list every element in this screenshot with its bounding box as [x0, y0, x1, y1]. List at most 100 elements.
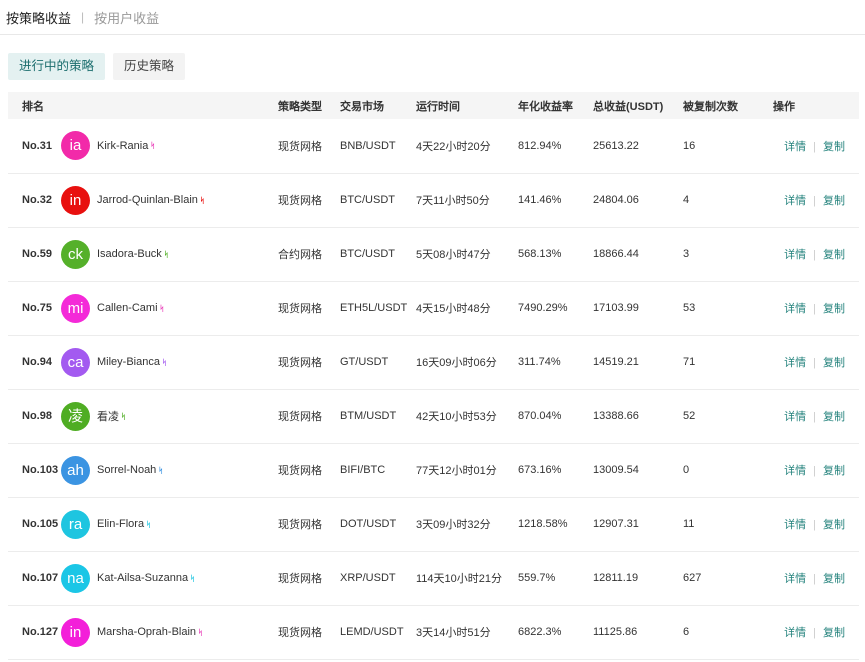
- details-link[interactable]: 详情: [784, 465, 806, 477]
- user-name[interactable]: Callen-Cami: [97, 302, 158, 314]
- market-cell: BTC/USDT: [340, 194, 395, 206]
- market-cell: GT/USDT: [340, 356, 389, 368]
- level-badge-icon: ᛋ: [190, 573, 195, 583]
- runtime-cell: 7天11小时50分: [416, 195, 490, 207]
- market-cell: XRP/USDT: [340, 572, 396, 584]
- copy-link[interactable]: 复制: [823, 195, 845, 207]
- level-badge-icon: ᛋ: [161, 357, 167, 367]
- total-return-cell: 11125.86: [593, 626, 638, 638]
- copy-link[interactable]: 复制: [823, 519, 845, 531]
- copy-link[interactable]: 复制: [823, 573, 845, 585]
- user-cell: 凌看凌 ᛋ: [61, 389, 278, 443]
- copy-link[interactable]: 复制: [823, 141, 845, 153]
- tab-history-strategies[interactable]: 历史策略: [113, 53, 186, 80]
- action-separator: |: [813, 465, 816, 477]
- table-row: No.32 in Jarrod-Quinlan-Blain ᛋ 现货网格 BTC/USDT…: [8, 173, 859, 227]
- runtime-cell: 16天09小时06分: [416, 357, 497, 369]
- runtime-cell: 3天14小时51分: [416, 627, 491, 639]
- col-header-market: 交易市场: [340, 100, 384, 113]
- table-row: No.107 na Kat-Ailsa-Suzanna ᛋ 现货网格 XRP/USDT 11…: [8, 551, 859, 605]
- copy-link[interactable]: 复制: [823, 357, 845, 369]
- details-link[interactable]: 详情: [784, 519, 806, 531]
- avatar[interactable]: 凌: [61, 401, 90, 431]
- avatar[interactable]: na: [61, 563, 90, 593]
- copy-count-cell: 71: [683, 356, 696, 368]
- rank-cell: No.31: [22, 139, 52, 152]
- actions-cell: 详情 | 复制: [773, 605, 859, 659]
- rank-cell: No.32: [22, 194, 52, 206]
- user-cell: in Jarrod-Quinlan-Blain ᛋ: [61, 173, 278, 227]
- actions-cell: 详情 | 复制: [773, 281, 859, 335]
- details-link[interactable]: 详情: [784, 195, 806, 207]
- annual-return-cell: 870.04%: [518, 410, 562, 422]
- user-name[interactable]: 看凌: [97, 408, 119, 424]
- details-link[interactable]: 详情: [784, 573, 806, 585]
- market-cell: BNB/USDT: [340, 139, 396, 152]
- details-link[interactable]: 详情: [784, 249, 806, 261]
- user-name[interactable]: Marsha-Oprah-Blain: [97, 626, 196, 638]
- user-cell: in Marsha-Oprah-Blain ᛋ: [61, 605, 278, 659]
- runtime-cell: 114天10小时21分: [416, 573, 503, 585]
- user-name[interactable]: Isadora-Buck: [97, 248, 162, 260]
- copy-count-cell: 52: [683, 410, 696, 422]
- actions-cell: 详情 | 复制: [773, 443, 859, 497]
- total-return-cell: 14519.21: [593, 356, 639, 368]
- copy-count-cell: 6: [683, 626, 690, 638]
- avatar[interactable]: ck: [61, 239, 90, 269]
- user-name[interactable]: Sorrel-Noah: [97, 464, 156, 476]
- actions-cell: 详情 | 复制: [773, 551, 859, 605]
- action-separator: |: [813, 573, 816, 585]
- annual-return-cell: 1218.58%: [518, 518, 568, 530]
- copy-count-cell: 53: [683, 302, 696, 314]
- copy-link[interactable]: 复制: [823, 303, 845, 315]
- user-name[interactable]: Kat-Ailsa-Suzanna: [97, 572, 188, 584]
- details-link[interactable]: 详情: [784, 303, 806, 315]
- details-link[interactable]: 详情: [784, 627, 806, 639]
- tab-by-user-return[interactable]: 按用户收益: [94, 8, 159, 27]
- avatar[interactable]: mi: [61, 293, 90, 323]
- details-link[interactable]: 详情: [784, 357, 806, 369]
- col-header-strategy-type: 策略类型: [278, 100, 322, 113]
- user-name[interactable]: Elin-Flora: [97, 518, 144, 530]
- table-row: No.103 ah Sorrel-Noah ᛋ 现货网格 BIFI/BTC 77天12小时0…: [8, 443, 859, 497]
- col-header-annual-return: 年化收益率: [518, 100, 573, 113]
- copy-link[interactable]: 复制: [823, 411, 845, 423]
- total-return-cell: 17103.99: [593, 302, 639, 314]
- strategy-type-cell: 现货网格: [278, 573, 322, 585]
- tab-running-strategies[interactable]: 进行中的策略: [8, 53, 106, 80]
- details-link[interactable]: 详情: [784, 411, 806, 423]
- copy-link[interactable]: 复制: [823, 627, 845, 639]
- total-return-cell: 18866.44: [593, 248, 639, 260]
- table-header: 排名 策略类型 交易市场 运行时间 年化收益率 总收益(USDT) 被复制次数 …: [8, 92, 859, 119]
- avatar[interactable]: ca: [61, 347, 90, 377]
- runtime-cell: 4天15小时48分: [416, 303, 491, 315]
- market-cell: ETH5L/USDT: [340, 302, 408, 314]
- avatar[interactable]: ia: [61, 131, 90, 161]
- runtime-cell: 5天08小时47分: [416, 249, 491, 261]
- copy-link[interactable]: 复制: [823, 465, 845, 477]
- table-row: No.94 ca Miley-Bianca ᛋ 现货网格 GT/USDT 16天09小时06…: [8, 335, 859, 389]
- avatar[interactable]: ah: [61, 455, 90, 485]
- avatar[interactable]: ra: [61, 509, 90, 539]
- table-row: No.59 ck Isadora-Buck ᛋ 合约网格 BTC/USDT 5天08小时47…: [8, 227, 859, 281]
- col-header-total-return: 总收益(USDT): [593, 100, 664, 113]
- copy-link[interactable]: 复制: [823, 249, 845, 261]
- avatar[interactable]: in: [61, 617, 90, 647]
- avatar[interactable]: in: [61, 185, 90, 215]
- action-separator: |: [813, 411, 816, 423]
- annual-return-cell: 812.94%: [518, 139, 562, 152]
- user-cell: ia Kirk-Rania ᛋ: [61, 119, 278, 173]
- rank-cell: No.103: [22, 464, 59, 476]
- user-name[interactable]: Miley-Bianca: [97, 356, 160, 368]
- strategy-ranking-table: 排名 策略类型 交易市场 运行时间 年化收益率 总收益(USDT) 被复制次数 …: [8, 92, 859, 660]
- rank-cell: No.94: [22, 356, 52, 368]
- col-header-copy-count: 被复制次数: [683, 100, 738, 113]
- user-name[interactable]: Kirk-Rania: [97, 140, 148, 152]
- level-badge-icon: ᛋ: [159, 303, 165, 313]
- level-badge-icon: ᛋ: [163, 249, 169, 259]
- copy-count-cell: 627: [683, 572, 702, 584]
- tab-by-strategy-return[interactable]: 按策略收益: [0, 8, 71, 27]
- details-link[interactable]: 详情: [784, 141, 806, 153]
- user-name[interactable]: Jarrod-Quinlan-Blain: [97, 194, 198, 206]
- strategy-type-cell: 现货网格: [278, 465, 322, 477]
